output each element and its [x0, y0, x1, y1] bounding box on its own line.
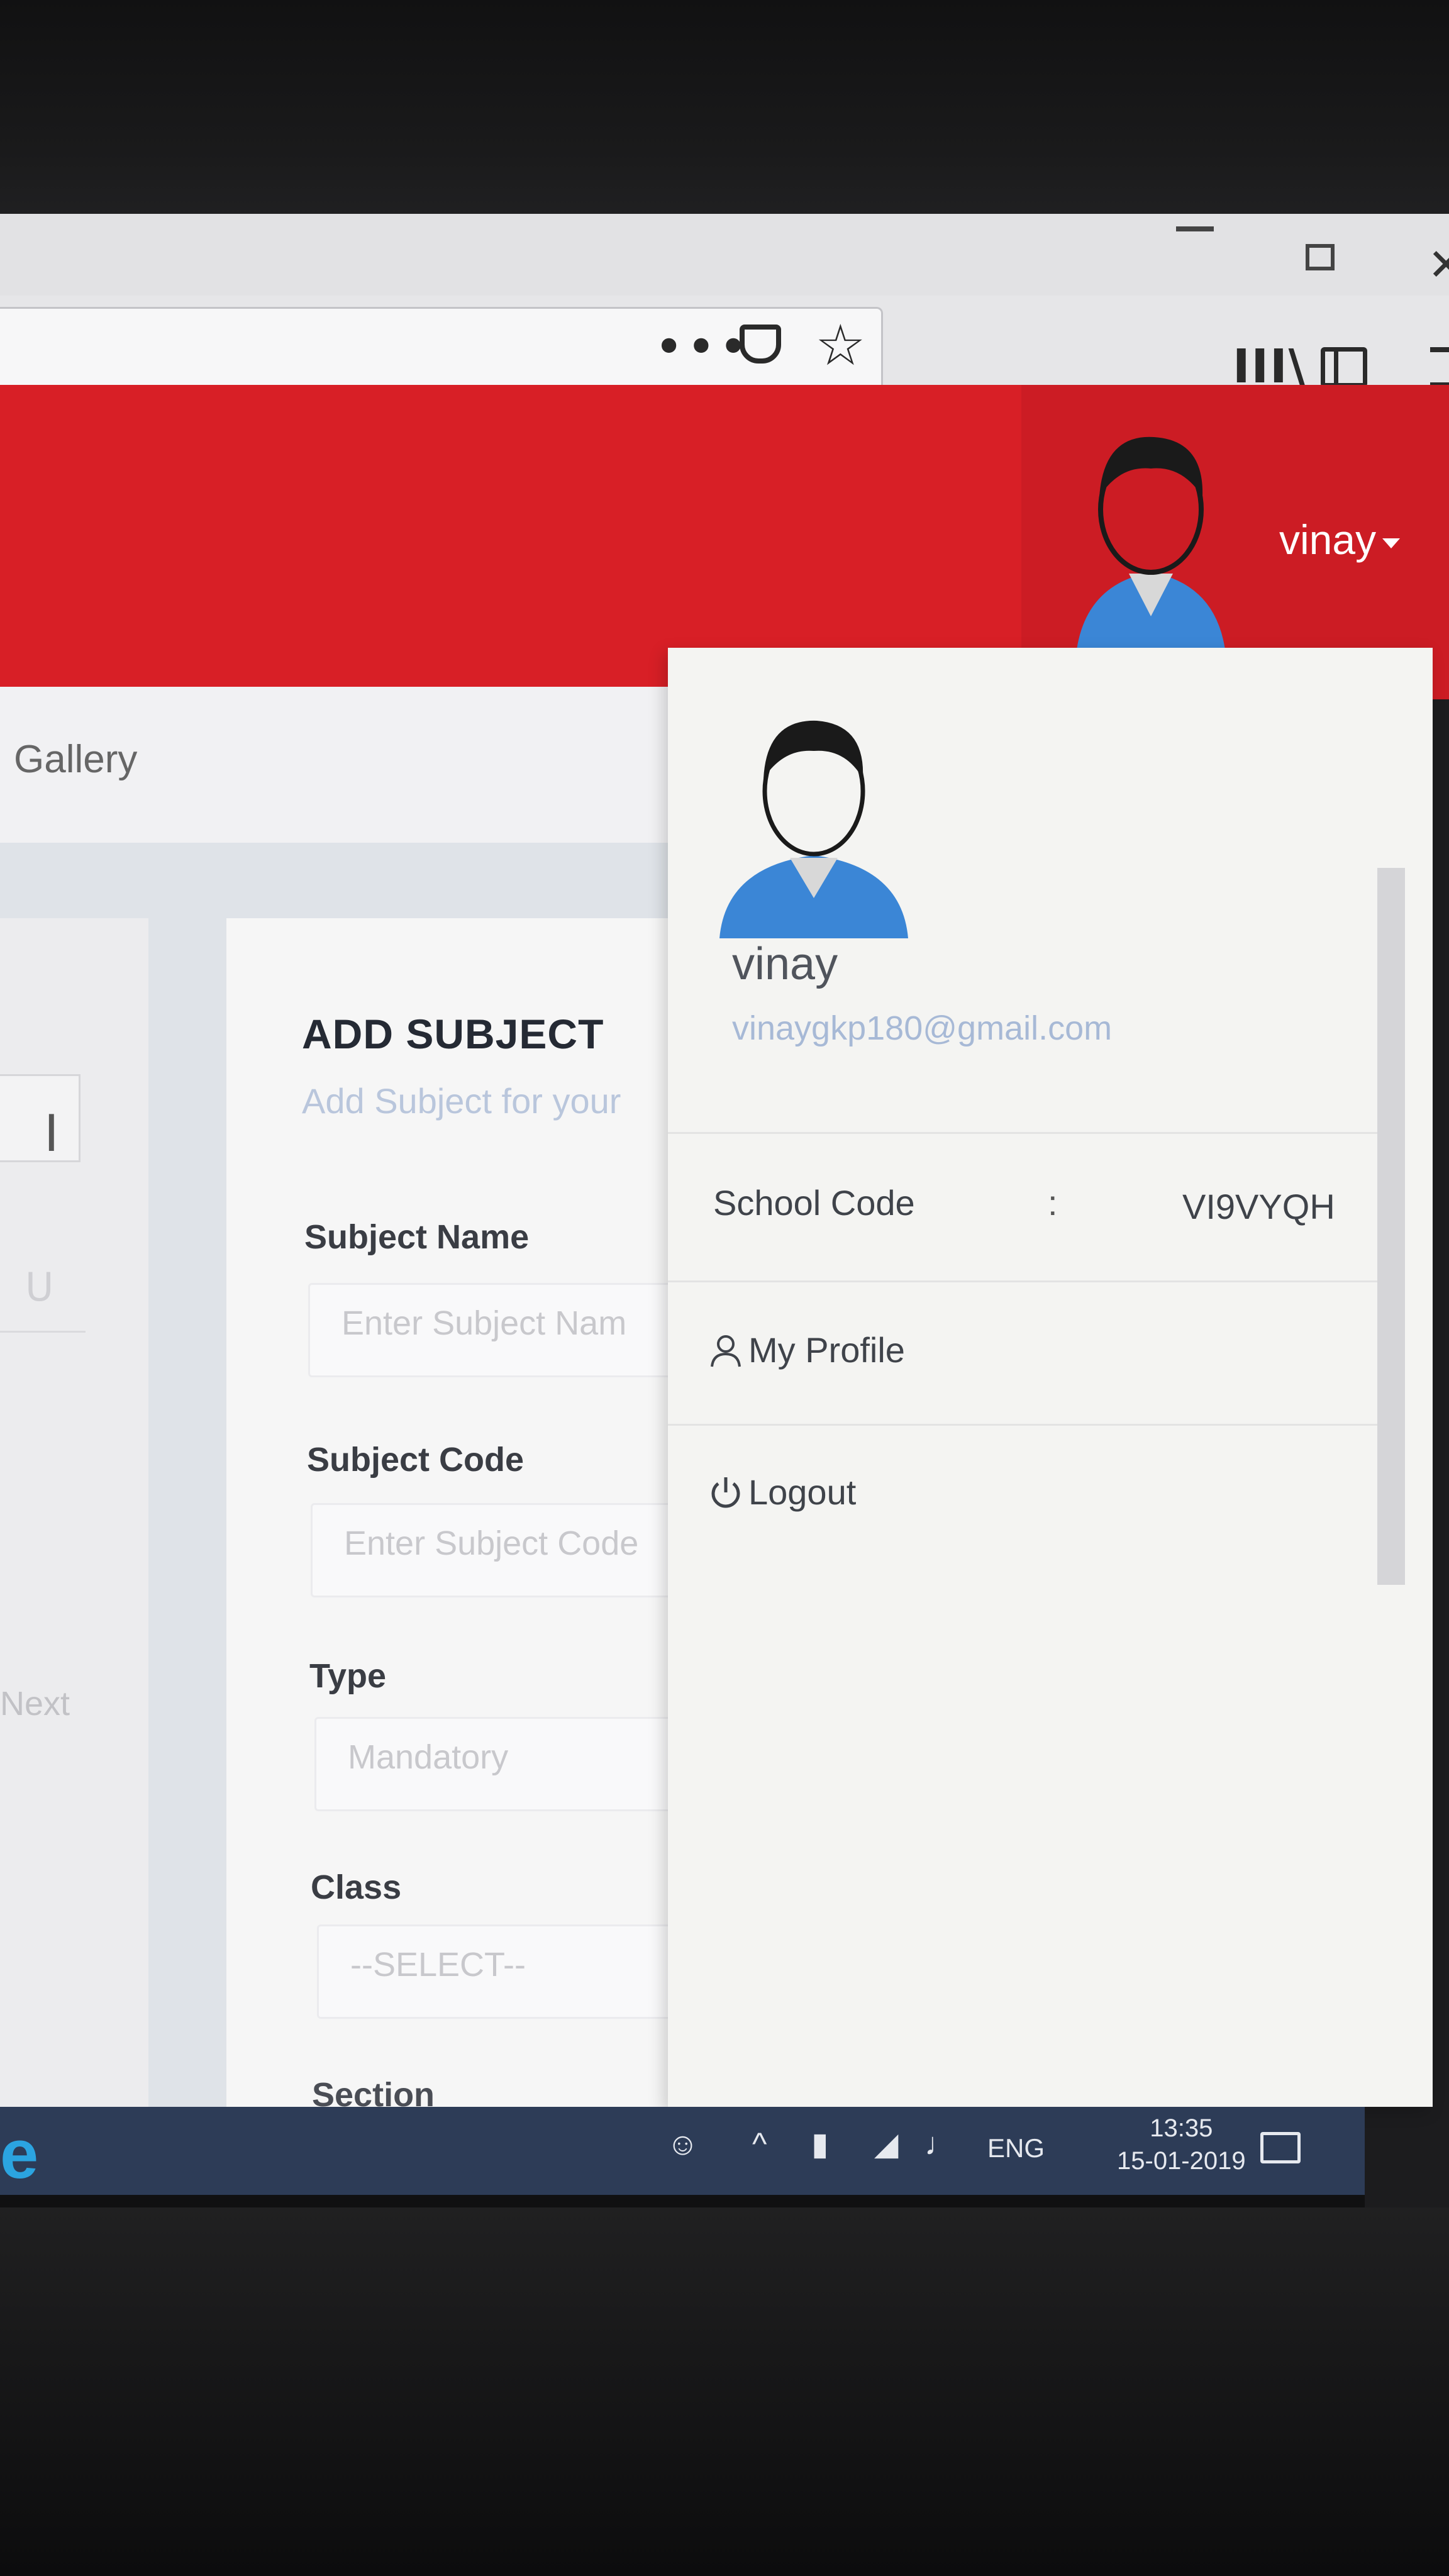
left-faded-value: U [25, 1264, 54, 1310]
divider [668, 1280, 1391, 1282]
avatar-icon [719, 720, 908, 938]
divider [0, 1331, 86, 1333]
my-profile-label: My Profile [748, 1330, 905, 1370]
power-icon [711, 1477, 740, 1507]
left-input[interactable] [0, 1074, 80, 1162]
wifi-icon[interactable]: ◢ [874, 2126, 898, 2162]
minimize-icon[interactable] [1176, 226, 1214, 231]
language-indicator[interactable]: ENG [987, 2133, 1045, 2163]
screen-bezel-bottom [0, 2207, 1449, 2576]
nav-item-gallery[interactable]: Gallery [14, 737, 137, 782]
volume-icon[interactable]: ♩ [924, 2126, 956, 2162]
avatar-icon[interactable] [1069, 428, 1233, 660]
edge-icon[interactable]: e [0, 2114, 38, 2194]
subject-name-input[interactable]: Enter Subject Nam [308, 1283, 686, 1377]
divider [668, 1424, 1391, 1426]
divider [668, 1132, 1391, 1134]
clock-date: 15-01-2019 [1117, 2147, 1246, 2175]
more-icon[interactable]: ••• [654, 322, 751, 372]
logout-label: Logout [748, 1472, 857, 1512]
chevron-up-icon[interactable]: ^ [752, 2126, 767, 2162]
dropdown-username: vinay [732, 939, 838, 989]
school-code-label: School Code [713, 1183, 915, 1223]
subject-name-label: Subject Name [304, 1218, 530, 1256]
class-label: Class [311, 1868, 402, 1906]
clock[interactable]: 13:35 15-01-2019 [1117, 2112, 1246, 2177]
restore-icon[interactable] [1306, 244, 1335, 270]
next-link[interactable]: Next [0, 1684, 70, 1723]
subject-code-input[interactable]: Enter Subject Code [311, 1503, 688, 1597]
my-profile-menu-item[interactable]: My Profile [707, 1330, 905, 1370]
subject-code-label: Subject Code [307, 1441, 525, 1479]
menu-icon[interactable] [1430, 347, 1449, 387]
pocket-icon[interactable] [740, 325, 781, 364]
scrollbar[interactable] [1377, 868, 1405, 1585]
close-icon[interactable]: ✕ [1428, 239, 1449, 291]
window-title-bar [0, 214, 1449, 302]
school-code-value: VI9VYQH [1182, 1187, 1335, 1226]
people-icon[interactable]: ☺ [667, 2126, 699, 2162]
school-code-colon: : [1048, 1183, 1058, 1223]
star-icon[interactable]: ☆ [815, 318, 866, 374]
clock-time: 13:35 [1150, 2114, 1213, 2142]
user-icon [711, 1335, 741, 1367]
dropdown-email: vinaygkp180@gmail.com [732, 1009, 1113, 1047]
text-cursor-icon: I [44, 1104, 59, 1163]
username-dropdown-toggle[interactable]: vinay [1279, 516, 1401, 564]
logout-menu-item[interactable]: Logout [707, 1472, 856, 1513]
header-username: vinay [1279, 516, 1377, 563]
chevron-down-icon [1382, 538, 1401, 548]
type-label: Type [309, 1657, 387, 1695]
battery-icon[interactable]: ▮ [811, 2126, 829, 2162]
form-title: ADD SUBJECT [302, 1011, 604, 1057]
form-subtitle: Add Subject for your [302, 1081, 621, 1121]
sidebar-icon[interactable] [1321, 347, 1367, 387]
notification-icon[interactable] [1260, 2132, 1301, 2163]
